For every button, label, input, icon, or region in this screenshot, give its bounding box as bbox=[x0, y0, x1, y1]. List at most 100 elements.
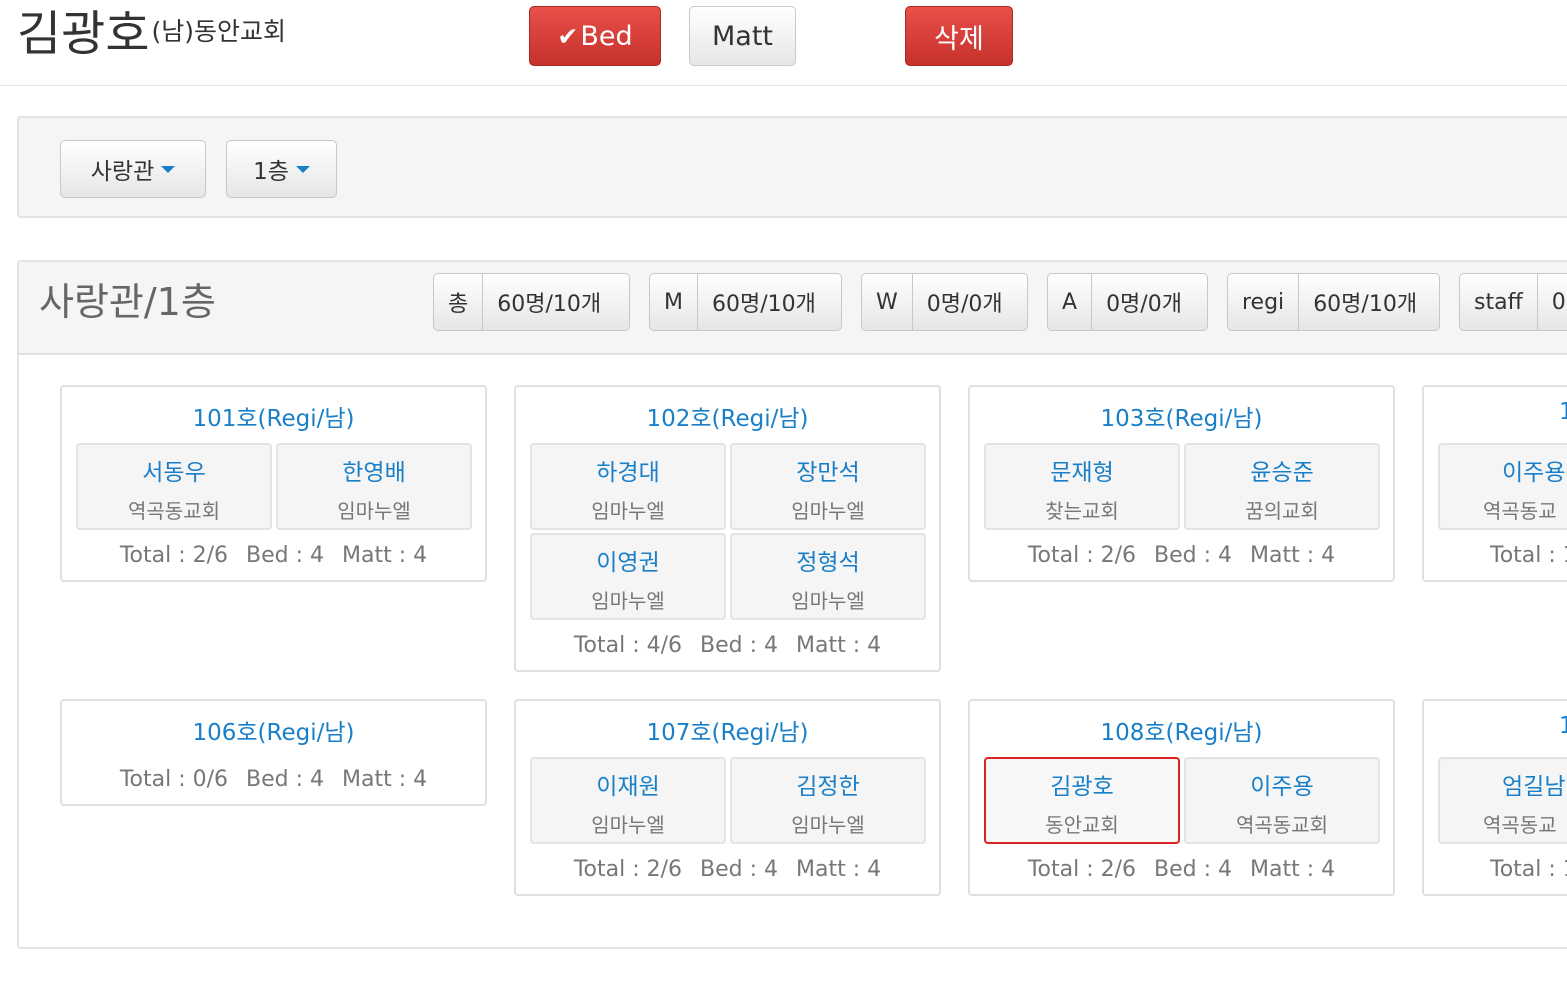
room-card-clip: 1 이주용 역곡동교 Total : 1 bbox=[1422, 385, 1567, 582]
rooms-panel: 사랑관/1층 총 60명/10개 M 60명/10개 W 0명/0개 A 0명/0개 r… bbox=[17, 260, 1567, 949]
room-summary: Total : 2/6 Bed : 4 Matt : 4 bbox=[62, 543, 485, 568]
room-matt: Matt : 4 bbox=[1250, 543, 1336, 568]
room-matt: Matt : 4 bbox=[796, 633, 882, 658]
person-church: 역곡동교회 bbox=[128, 499, 220, 523]
caret-down-icon bbox=[295, 165, 310, 173]
room-card: 1 이주용 역곡동교 Total : 1 bbox=[1422, 385, 1567, 582]
person-title: 김광호(남)동안교회 bbox=[17, 6, 286, 62]
room-matt: Matt : 4 bbox=[342, 767, 428, 792]
room-total: Total : 2/6 bbox=[573, 857, 683, 882]
stat-key: M bbox=[650, 274, 698, 330]
person-church: 동안교회 bbox=[1045, 813, 1119, 837]
stat-value: 0명/0개 bbox=[926, 292, 1003, 317]
stat-value: 60명/10개 bbox=[497, 292, 602, 317]
person-church: 임마누엘 bbox=[337, 499, 411, 523]
room-total: Total : 4/6 bbox=[573, 633, 683, 658]
floor-dropdown-label: 1층 bbox=[253, 159, 289, 185]
stat-regi[interactable]: regi 60명/10개 bbox=[1227, 273, 1440, 331]
room-title[interactable]: 1 bbox=[1559, 399, 1567, 425]
stat-staff[interactable]: staff 0 bbox=[1459, 273, 1567, 331]
person-card[interactable]: 김정한 임마누엘 bbox=[730, 757, 926, 844]
stat-key: staff bbox=[1460, 274, 1538, 330]
delete-button[interactable]: 삭제 bbox=[905, 6, 1013, 66]
person-card[interactable]: 이주용 역곡동교 bbox=[1438, 443, 1567, 530]
person-card[interactable]: 이재원 임마누엘 bbox=[530, 757, 726, 844]
person-church: 역곡동교 bbox=[1483, 499, 1557, 523]
room-summary: Total : 0/6 Bed : 4 Matt : 4 bbox=[62, 767, 485, 792]
room-bed: Bed : 4 bbox=[700, 857, 779, 882]
room-title[interactable]: 102호(Regi/남) bbox=[516, 399, 939, 433]
stat-value: 0 bbox=[1551, 289, 1566, 315]
filter-bar: 사랑관 1층 bbox=[17, 116, 1567, 218]
room-title[interactable]: 108호(Regi/남) bbox=[970, 713, 1393, 747]
person-church: 임마누엘 bbox=[591, 499, 665, 523]
stat-male[interactable]: M 60명/10개 bbox=[649, 273, 842, 331]
room-total: Total : 0/6 bbox=[119, 767, 229, 792]
person-card[interactable]: 윤승준 꿈의교회 bbox=[1184, 443, 1380, 530]
room-card: 108호(Regi/남) 김광호 동안교회 이주용 역곡동교회 Total : … bbox=[968, 699, 1395, 896]
stat-value: 60명/10개 bbox=[1313, 292, 1418, 317]
building-dropdown[interactable]: 사랑관 bbox=[60, 140, 206, 198]
room-card: 103호(Regi/남) 문재형 찾는교회 윤승준 꿈의교회 Total : 2… bbox=[968, 385, 1395, 582]
stat-female[interactable]: W 0명/0개 bbox=[861, 273, 1028, 331]
room-card: 106호(Regi/남) Total : 0/6 Bed : 4 Matt : 4 bbox=[60, 699, 487, 806]
person-name: 정형석 bbox=[796, 550, 860, 576]
person-name: 엄길남 bbox=[1502, 774, 1566, 800]
room-card: 101호(Regi/남) 서동우 역곡동교회 한영배 임마누엘 Total : … bbox=[60, 385, 487, 582]
room-summary: Total : 4/6 Bed : 4 Matt : 4 bbox=[516, 633, 939, 658]
room-matt: Matt : 4 bbox=[342, 543, 428, 568]
stat-total[interactable]: 총 60명/10개 bbox=[433, 273, 630, 331]
room-title[interactable]: 107호(Regi/남) bbox=[516, 713, 939, 747]
person-card[interactable]: 엄길남 역곡동교 bbox=[1438, 757, 1567, 844]
person-name: 윤승준 bbox=[1250, 460, 1314, 486]
caret-down-icon bbox=[161, 165, 176, 173]
room-bed: Bed : 4 bbox=[246, 767, 325, 792]
room-title[interactable]: 1 bbox=[1559, 713, 1567, 739]
person-name: 서동우 bbox=[142, 460, 206, 486]
person-card[interactable]: 정형석 임마누엘 bbox=[730, 533, 926, 620]
person-card[interactable]: 이영권 임마누엘 bbox=[530, 533, 726, 620]
floor-dropdown[interactable]: 1층 bbox=[226, 140, 337, 198]
person-card[interactable]: 문재형 찾는교회 bbox=[984, 443, 1180, 530]
person-name: 김광호 bbox=[1050, 774, 1114, 800]
person-name: 김광호 bbox=[17, 6, 150, 62]
room-title[interactable]: 106호(Regi/남) bbox=[62, 713, 485, 747]
person-name: 이주용 bbox=[1502, 460, 1566, 486]
room-total: Total : 2/6 bbox=[1027, 857, 1137, 882]
bed-button[interactable]: ✔ Bed bbox=[529, 6, 661, 66]
person-card[interactable]: 서동우 역곡동교회 bbox=[76, 443, 272, 530]
delete-button-label: 삭제 bbox=[934, 23, 984, 55]
room-bed: Bed : 4 bbox=[700, 633, 779, 658]
room-summary: Total : 2/6 Bed : 4 Matt : 4 bbox=[970, 857, 1393, 882]
person-subtitle: (남)동안교회 bbox=[151, 17, 286, 46]
person-church: 임마누엘 bbox=[791, 499, 865, 523]
person-church: 꿈의교회 bbox=[1245, 499, 1319, 523]
person-card[interactable]: 이주용 역곡동교회 bbox=[1184, 757, 1380, 844]
person-church: 임마누엘 bbox=[791, 589, 865, 613]
matt-button[interactable]: Matt bbox=[689, 6, 796, 66]
room-card: 107호(Regi/남) 이재원 임마누엘 김정한 임마누엘 Total : 2… bbox=[514, 699, 941, 896]
room-bed: Bed : 4 bbox=[1154, 543, 1233, 568]
room-summary: Total : 2/6 Bed : 4 Matt : 4 bbox=[516, 857, 939, 882]
person-name: 한영배 bbox=[342, 460, 406, 486]
matt-button-label: Matt bbox=[711, 20, 773, 52]
room-summary: Total : 2/6 Bed : 4 Matt : 4 bbox=[970, 543, 1393, 568]
stat-key: 총 bbox=[434, 274, 484, 330]
person-church: 임마누엘 bbox=[591, 589, 665, 613]
room-bed: Bed : 4 bbox=[1154, 857, 1233, 882]
room-card-clip: 1 엄길남 역곡동교 Total : 1 bbox=[1422, 699, 1567, 896]
room-title[interactable]: 103호(Regi/남) bbox=[970, 399, 1393, 433]
room-total: Total : 1 bbox=[1490, 857, 1567, 882]
stat-value: 60명/10개 bbox=[711, 292, 816, 317]
person-card[interactable]: 하경대 임마누엘 bbox=[530, 443, 726, 530]
stat-a[interactable]: A 0명/0개 bbox=[1047, 273, 1208, 331]
room-total: Total : 2/6 bbox=[119, 543, 229, 568]
stat-key: A bbox=[1048, 274, 1093, 330]
person-name: 이재원 bbox=[596, 774, 660, 800]
room-total: Total : 2/6 bbox=[1027, 543, 1137, 568]
person-card[interactable]: 한영배 임마누엘 bbox=[276, 443, 472, 530]
person-card-selected[interactable]: 김광호 동안교회 bbox=[984, 757, 1180, 844]
person-card[interactable]: 장만석 임마누엘 bbox=[730, 443, 926, 530]
room-title[interactable]: 101호(Regi/남) bbox=[62, 399, 485, 433]
person-church: 임마누엘 bbox=[791, 813, 865, 837]
